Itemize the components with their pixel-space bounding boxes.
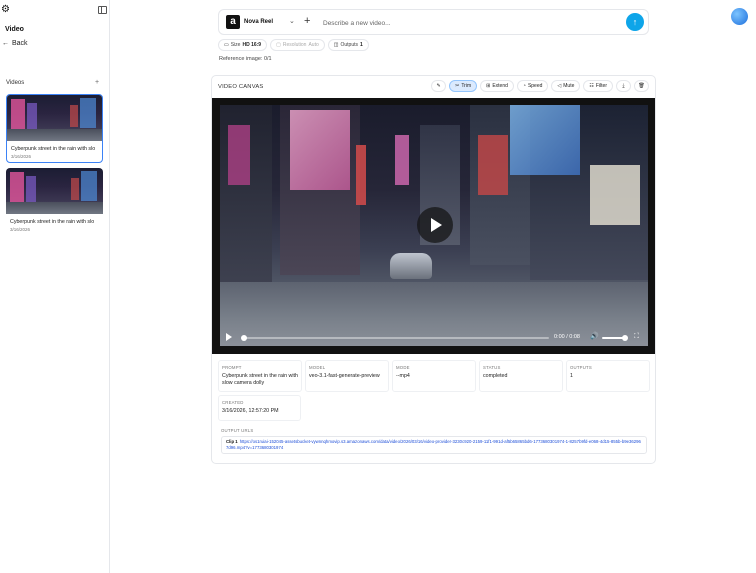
extend-label: Extend <box>492 83 508 89</box>
avatar[interactable] <box>731 8 748 25</box>
canvas-title: VIDEO CANVAS <box>218 84 264 90</box>
clip-label: Clip 1 <box>226 439 238 444</box>
meta-created: CREATED 3/16/2026, 12:57:20 PM <box>218 395 301 421</box>
video-list-item[interactable]: Cyberpunk street in the rain with slo 3/… <box>6 168 103 235</box>
meta-status: STATUS completed <box>479 360 563 392</box>
speaker-icon: ◁ <box>557 83 562 89</box>
video-thumbnail <box>7 95 102 141</box>
download-icon: ⤓ <box>622 83 625 89</box>
plus-icon[interactable]: + <box>304 15 310 27</box>
resolution-key: Resolution <box>282 42 307 48</box>
meta-value: veo-3.1-fast-generate-preview <box>309 373 380 379</box>
meta-label: MODE <box>396 365 410 370</box>
back-button[interactable]: ← Back <box>2 40 28 47</box>
mute-button[interactable]: ◁ Mute <box>551 80 581 92</box>
extend-icon: ⊞ <box>486 83 491 89</box>
arrow-up-icon: ↑ <box>632 17 638 27</box>
size-key: Size <box>230 42 241 48</box>
time-readout: 0:00 / 0:08 <box>554 334 580 340</box>
size-value: HD 16:9 <box>242 42 262 48</box>
speed-label: Speed <box>527 83 543 89</box>
pencil-icon: ✎ <box>436 83 441 89</box>
player-controls: 0:00 / 0:08 🔊 ⛶ <box>220 329 648 347</box>
video-date: 3/16/2026 <box>11 154 32 159</box>
seek-knob[interactable] <box>241 335 247 341</box>
model-selector[interactable]: Nova Reel <box>244 19 273 25</box>
meta-value: --mp4 <box>396 373 410 379</box>
video-canvas: VIDEO CANVAS ✎ ✂ Trim ⊞ Extend ◔ Speed ◁ Mut… <box>211 75 656 464</box>
clip-url-link[interactable]: https://os1ruiai-152045-assetsbucket-vyw… <box>226 439 641 450</box>
outputs-value: 1 <box>360 42 363 48</box>
meta-value: 1 <box>570 373 573 379</box>
video-metadata: PROMPT Cyberpunk street in the rain with… <box>218 360 650 392</box>
aspect-icon: ▭ <box>224 42 229 48</box>
download-button[interactable]: ⤓ <box>616 80 631 92</box>
meta-value: completed <box>483 373 508 379</box>
sidebar-title: Video <box>5 26 24 33</box>
meta-model: MODEL veo-3.1-fast-generate-preview <box>305 360 389 392</box>
send-button[interactable]: ↑ <box>626 13 644 31</box>
add-video-button[interactable]: + <box>95 79 99 86</box>
video-thumbnail <box>6 168 103 214</box>
scissors-icon: ✂ <box>455 83 460 89</box>
fullscreen-icon[interactable]: ⛶ <box>634 333 639 341</box>
video-list-item[interactable]: Cyberpunk street in the rain with slo 3/… <box>6 94 103 163</box>
chevron-down-icon[interactable]: ⌄ <box>289 17 295 25</box>
filter-label: Filter <box>595 83 607 89</box>
arrow-left-icon: ← <box>2 40 9 47</box>
resolution-chip[interactable]: ▢ Resolution Auto <box>270 39 325 51</box>
reference-image-count: Reference image: 0/1 <box>219 56 272 62</box>
gear-icon[interactable]: ⚙ <box>1 5 11 15</box>
seek-bar[interactable] <box>241 335 549 341</box>
filter-button[interactable]: ☷ Filter <box>583 80 613 92</box>
outputs-chip[interactable]: ◫ Outputs 1 <box>327 39 369 51</box>
trash-icon: 🗑 <box>638 83 645 89</box>
resolution-value: Auto <box>308 42 319 48</box>
sidebar: ⚙ Video ← Back Videos + Cyberpunk street… <box>0 0 110 573</box>
car <box>390 253 432 279</box>
meta-label: PROMPT <box>222 365 242 370</box>
sidebar-collapse-icon[interactable] <box>98 6 107 14</box>
size-chip[interactable]: ▭ Size HD 16:9 <box>218 39 268 51</box>
meta-label: OUTPUTS <box>570 365 592 370</box>
generation-options: ▭ Size HD 16:9 ▢ Resolution Auto ◫ Outpu… <box>218 39 369 51</box>
play-icon[interactable] <box>226 333 232 341</box>
speed-icon: ◔ <box>522 83 526 89</box>
video-caption: Cyberpunk street in the rain with slo <box>11 146 96 152</box>
meta-label: STATUS <box>483 365 501 370</box>
amazon-logo-icon: a <box>226 15 240 29</box>
edit-button[interactable]: ✎ <box>431 80 447 92</box>
mute-label: Mute <box>563 83 575 89</box>
prompt-bar: a Nova Reel ⌄ + ↑ <box>218 9 649 35</box>
meta-label: MODEL <box>309 365 326 370</box>
outputs-key: Outputs <box>340 42 359 48</box>
video-player[interactable]: 0:00 / 0:08 🔊 ⛶ <box>212 98 655 354</box>
delete-button[interactable]: 🗑 <box>634 80 649 92</box>
output-urls-label: OUTPUT URLS <box>221 428 254 433</box>
volume-knob[interactable] <box>622 335 628 341</box>
extend-button[interactable]: ⊞ Extend <box>480 80 514 92</box>
meta-label: CREATED <box>222 400 244 405</box>
meta-outputs: OUTPUTS 1 <box>566 360 650 392</box>
trim-label: Trim <box>461 83 472 89</box>
meta-value: Cyberpunk street in the rain with slow c… <box>222 373 298 386</box>
video-date: 3/16/2026 <box>10 227 31 232</box>
prompt-input[interactable] <box>323 16 613 30</box>
speed-button[interactable]: ◔ Speed <box>516 80 549 92</box>
filter-icon: ☷ <box>589 83 594 89</box>
meta-mode: MODE --mp4 <box>392 360 476 392</box>
play-overlay-button[interactable] <box>417 207 453 243</box>
meta-prompt: PROMPT Cyberpunk street in the rain with… <box>218 360 302 392</box>
volume-icon[interactable]: 🔊 <box>590 333 599 341</box>
canvas-toolbar: ✎ ✂ Trim ⊞ Extend ◔ Speed ◁ Mute ☷ Filter ⤓ 🗑 <box>431 80 649 92</box>
trim-button[interactable]: ✂ Trim <box>449 80 478 92</box>
monitor-icon: ▢ <box>276 42 281 48</box>
back-label: Back <box>12 40 28 47</box>
output-url-box: Clip 1 https://os1ruiai-152045-assetsbuck… <box>221 436 647 454</box>
videos-heading: Videos <box>6 80 25 86</box>
volume-slider[interactable] <box>602 335 628 341</box>
meta-value: 3/16/2026, 12:57:20 PM <box>222 408 279 414</box>
video-caption: Cyberpunk street in the rain with slo <box>10 219 95 225</box>
layers-icon: ◫ <box>333 42 339 48</box>
